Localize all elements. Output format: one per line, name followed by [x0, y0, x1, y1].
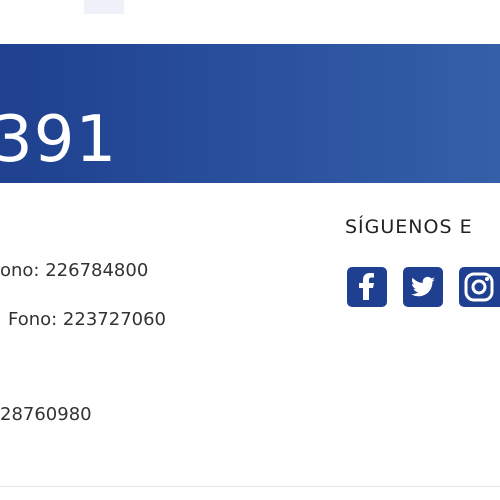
- banner-number: 391: [0, 103, 118, 177]
- bottom-divider: [0, 486, 500, 487]
- social-title: SÍGUENOS E: [345, 216, 473, 238]
- page: 391 ono: 226784800 Fono: 223727060 28760…: [0, 0, 500, 500]
- top-strip: [0, 0, 500, 18]
- top-decoration: [84, 0, 124, 14]
- instagram-icon[interactable]: [459, 267, 500, 307]
- twitter-icon[interactable]: [403, 267, 443, 307]
- contact-line-2: Fono: 223727060: [8, 309, 167, 330]
- contact-line-3: 28760980: [0, 404, 92, 425]
- facebook-icon[interactable]: [347, 267, 387, 307]
- contact-line-1: ono: 226784800: [0, 260, 149, 281]
- phone-banner: 391: [0, 44, 500, 183]
